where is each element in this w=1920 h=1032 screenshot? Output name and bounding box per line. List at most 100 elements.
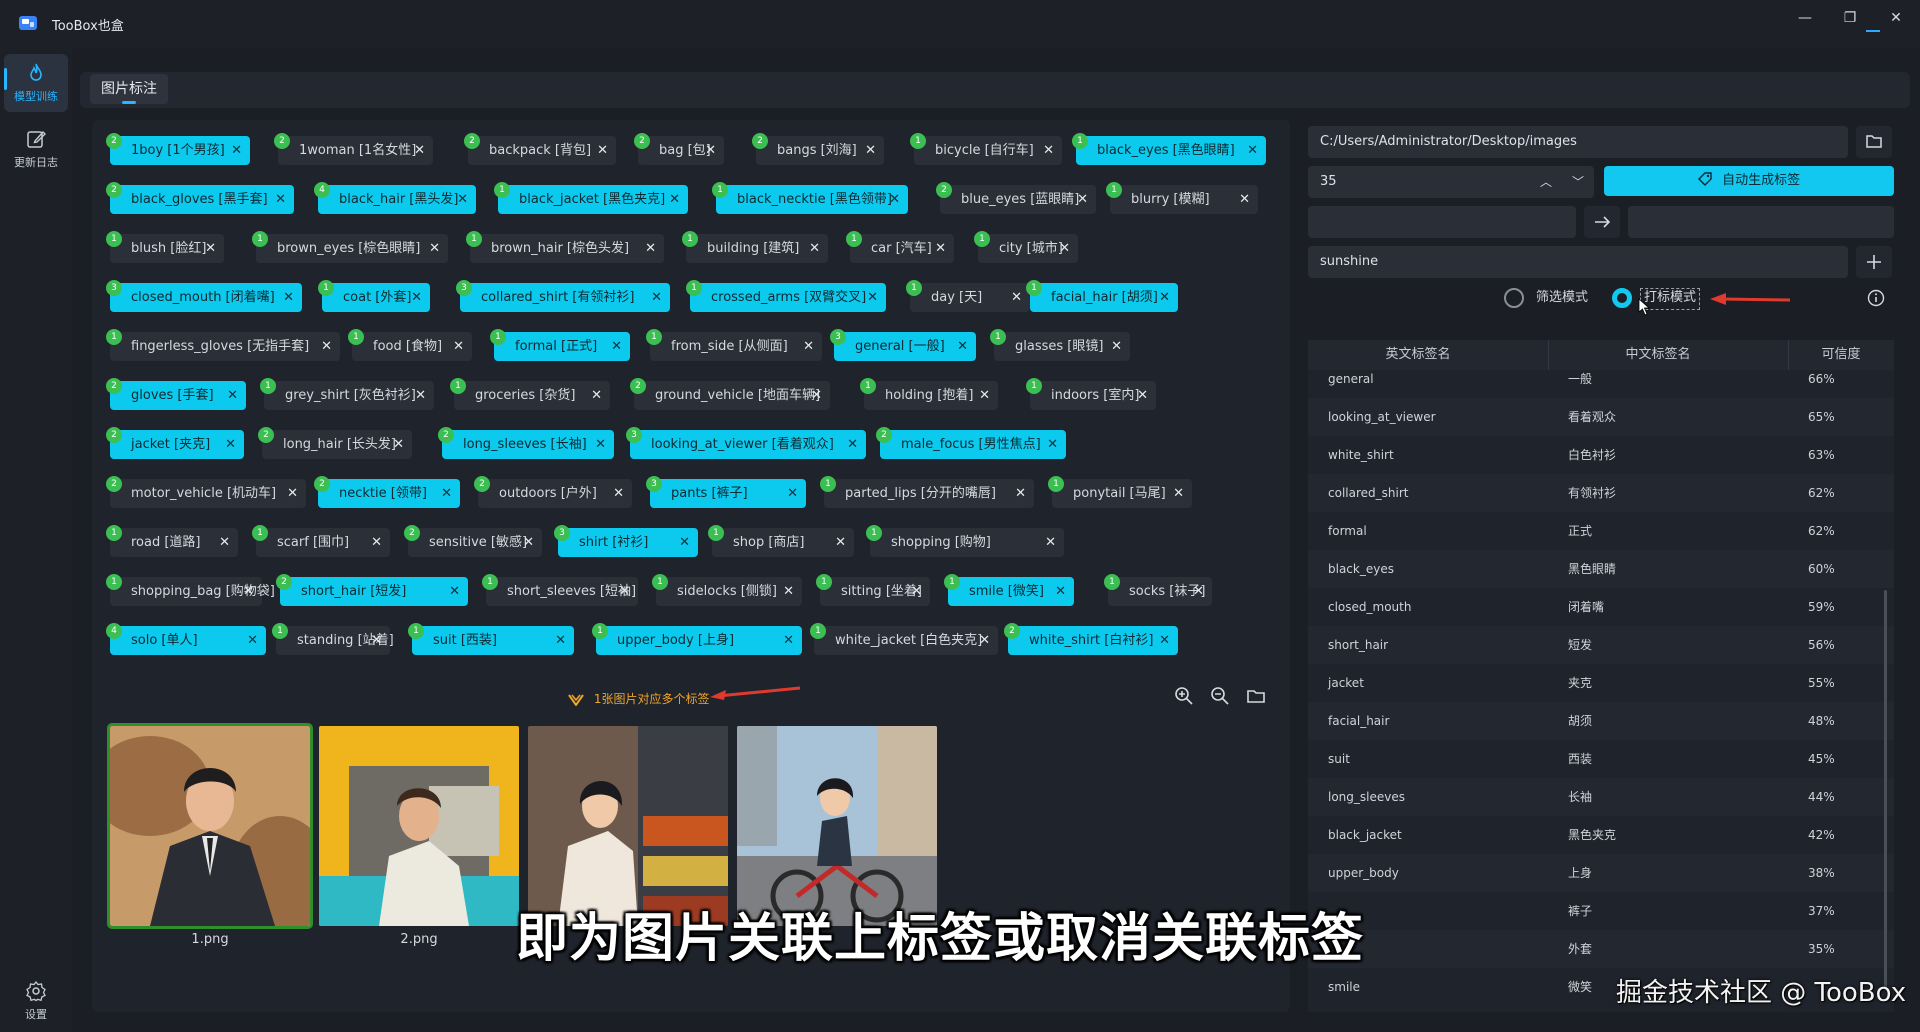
remove-tag-icon[interactable]: ✕ xyxy=(1015,479,1026,508)
tag-chip[interactable]: 1 blurry [模糊] ✕ xyxy=(1106,182,1258,214)
tag-chip[interactable]: 1 car [汽车] ✕ xyxy=(846,231,954,263)
table-row[interactable]: collared_shirt 有领衬衫 62% xyxy=(1308,474,1894,512)
remove-tag-icon[interactable]: ✕ xyxy=(1047,430,1058,459)
remove-tag-icon[interactable]: ✕ xyxy=(595,430,606,459)
tag-chip[interactable]: 2 sensitive [敏感] ✕ xyxy=(404,525,542,557)
image-thumbnail-1[interactable] xyxy=(107,723,313,929)
remove-tag-icon[interactable]: ✕ xyxy=(611,332,622,361)
tag-chip[interactable]: 1 ponytail [马尾] ✕ xyxy=(1048,476,1192,508)
remove-tag-icon[interactable]: ✕ xyxy=(219,528,230,557)
remove-tag-icon[interactable]: ✕ xyxy=(243,577,254,606)
remove-tag-icon[interactable]: ✕ xyxy=(411,283,422,312)
tag-chip[interactable]: 1 glasses [眼镜] ✕ xyxy=(990,329,1130,361)
nav-item-changelog[interactable]: 更新日志 xyxy=(4,120,68,178)
tag-chip[interactable]: 3 looking_at_viewer [看着观众] ✕ xyxy=(626,427,866,459)
tag-chip[interactable]: 1 coat [外套] ✕ xyxy=(318,280,430,312)
tag-chip[interactable]: 1 bicycle [自行车] ✕ xyxy=(910,133,1062,165)
tag-chip[interactable]: 1 road [道路] ✕ xyxy=(106,525,238,557)
tag-chip[interactable]: 1 black_necktie [黑色领带] ✕ xyxy=(712,182,908,214)
remove-tag-icon[interactable]: ✕ xyxy=(651,283,662,312)
tag-chip[interactable]: 1 sidelocks [侧锁] ✕ xyxy=(652,574,802,606)
tag-chip[interactable]: 2 jacket [夹克] ✕ xyxy=(106,427,244,459)
tag-chip[interactable]: 2 long_hair [长头发] ✕ xyxy=(258,427,412,459)
tag-chip[interactable]: 1 white_jacket [白色夹克] ✕ xyxy=(810,623,998,655)
table-row[interactable]: upper_body 上身 38% xyxy=(1308,854,1894,892)
folder-icon[interactable] xyxy=(1246,686,1266,706)
remove-tag-icon[interactable]: ✕ xyxy=(1111,332,1122,361)
table-row[interactable]: black_jacket 黑色夹克 42% xyxy=(1308,816,1894,854)
remove-tag-icon[interactable]: ✕ xyxy=(457,185,468,214)
table-scrollbar[interactable] xyxy=(1884,590,1887,990)
tag-chip[interactable]: 1 grey_shirt [灰色衬衫] ✕ xyxy=(260,378,434,410)
remove-tag-icon[interactable]: ✕ xyxy=(1043,136,1054,165)
table-row[interactable]: looking_at_viewer 看着观众 65% xyxy=(1308,398,1894,436)
tag-chip[interactable]: 1 building [建筑] ✕ xyxy=(682,231,828,263)
tag-chip[interactable]: 1 scarf [围巾] ✕ xyxy=(252,525,390,557)
tag-chip[interactable]: 1 crossed_arms [双臂交叉] ✕ xyxy=(686,280,886,312)
remove-tag-icon[interactable]: ✕ xyxy=(979,626,990,655)
tag-chip[interactable]: 2 motor_vehicle [机动车] ✕ xyxy=(106,476,306,508)
remove-tag-icon[interactable]: ✕ xyxy=(847,430,858,459)
remove-tag-icon[interactable]: ✕ xyxy=(889,185,900,214)
tag-chip[interactable]: 1 brown_eyes [棕色眼睛] ✕ xyxy=(252,231,448,263)
tag-chip[interactable]: 1 socks [袜子] ✕ xyxy=(1104,574,1212,606)
remove-tag-icon[interactable]: ✕ xyxy=(453,332,464,361)
remove-tag-icon[interactable]: ✕ xyxy=(231,136,242,165)
add-tag-button[interactable] xyxy=(1856,246,1892,278)
tag-chip[interactable]: 1 indoors [室内] ✕ xyxy=(1026,378,1156,410)
tag-chip[interactable]: 2 long_sleeves [长袖] ✕ xyxy=(438,427,614,459)
tag-chip[interactable]: 1 fingerless_gloves [无指手套] ✕ xyxy=(106,329,340,361)
zoom-out-icon[interactable] xyxy=(1210,686,1230,706)
tag-chip[interactable]: 2 ground_vehicle [地面车辆] ✕ xyxy=(630,378,830,410)
remove-tag-icon[interactable]: ✕ xyxy=(1137,381,1148,410)
maximize-button[interactable]: ❐ xyxy=(1830,4,1870,32)
tag-chip[interactable]: 1 facial_hair [胡须] ✕ xyxy=(1026,280,1178,312)
replace-to-input[interactable] xyxy=(1628,206,1894,238)
tag-chip[interactable]: 2 1boy [1个男孩] ✕ xyxy=(106,133,250,165)
table-row[interactable]: general 一般 66% xyxy=(1308,360,1894,398)
remove-tag-icon[interactable]: ✕ xyxy=(283,283,294,312)
remove-tag-icon[interactable]: ✕ xyxy=(1247,136,1258,165)
table-row[interactable]: white_shirt 白色衬衫 63% xyxy=(1308,436,1894,474)
remove-tag-icon[interactable]: ✕ xyxy=(619,577,630,606)
remove-tag-icon[interactable]: ✕ xyxy=(1077,185,1088,214)
remove-tag-icon[interactable]: ✕ xyxy=(867,283,878,312)
minimize-button[interactable]: — xyxy=(1785,4,1825,32)
tag-chip[interactable]: 1 upper_body [上身] ✕ xyxy=(592,623,802,655)
remove-tag-icon[interactable]: ✕ xyxy=(287,479,298,508)
table-row[interactable]: short_hair 短发 56% xyxy=(1308,626,1894,664)
replace-from-input[interactable] xyxy=(1308,206,1576,238)
remove-tag-icon[interactable]: ✕ xyxy=(957,332,968,361)
tag-chip[interactable]: 1 parted_lips [分开的嘴唇] ✕ xyxy=(820,476,1034,508)
remove-tag-icon[interactable]: ✕ xyxy=(321,332,332,361)
table-row[interactable]: suit 西装 45% xyxy=(1308,740,1894,778)
tag-chip[interactable]: 1 shopping_bag [购物袋] ✕ xyxy=(106,574,275,606)
tag-chip[interactable]: 2 outdoors [户外] ✕ xyxy=(474,476,632,508)
browse-folder-button[interactable] xyxy=(1856,126,1892,158)
remove-tag-icon[interactable]: ✕ xyxy=(669,185,680,214)
tag-chip[interactable]: 3 closed_mouth [闭着嘴] ✕ xyxy=(106,280,302,312)
remove-tag-icon[interactable]: ✕ xyxy=(429,234,440,263)
remove-tag-icon[interactable]: ✕ xyxy=(613,479,624,508)
remove-tag-icon[interactable]: ✕ xyxy=(225,430,236,459)
remove-tag-icon[interactable]: ✕ xyxy=(1173,479,1184,508)
tag-chip[interactable]: 1 suit [西装] ✕ xyxy=(408,623,574,655)
tag-chip[interactable]: 1 black_eyes [黑色眼睛] ✕ xyxy=(1072,133,1266,165)
remove-tag-icon[interactable]: ✕ xyxy=(787,479,798,508)
remove-tag-icon[interactable]: ✕ xyxy=(414,136,425,165)
tag-chip[interactable]: 2 white_shirt [白衬衫] ✕ xyxy=(1004,623,1178,655)
table-row[interactable]: formal 正式 62% xyxy=(1308,512,1894,550)
remove-tag-icon[interactable]: ✕ xyxy=(1045,528,1056,557)
remove-tag-icon[interactable]: ✕ xyxy=(679,528,690,557)
remove-tag-icon[interactable]: ✕ xyxy=(1159,283,1170,312)
tag-chip[interactable]: 1 blush [脸红] ✕ xyxy=(106,231,224,263)
tag-chip[interactable]: 2 black_gloves [黑手套] ✕ xyxy=(106,182,294,214)
tag-chip[interactable]: 1 shopping [购物] ✕ xyxy=(866,525,1064,557)
new-tag-input[interactable]: sunshine xyxy=(1308,246,1848,278)
tag-chip[interactable]: 1 holding [抱着] ✕ xyxy=(860,378,998,410)
tag-chip[interactable]: 1 standing [站着] ✕ xyxy=(272,623,394,655)
remove-tag-icon[interactable]: ✕ xyxy=(371,528,382,557)
remove-tag-icon[interactable]: ✕ xyxy=(441,479,452,508)
remove-tag-icon[interactable]: ✕ xyxy=(597,136,608,165)
tag-chip[interactable]: 2 necktie [领带] ✕ xyxy=(314,476,460,508)
